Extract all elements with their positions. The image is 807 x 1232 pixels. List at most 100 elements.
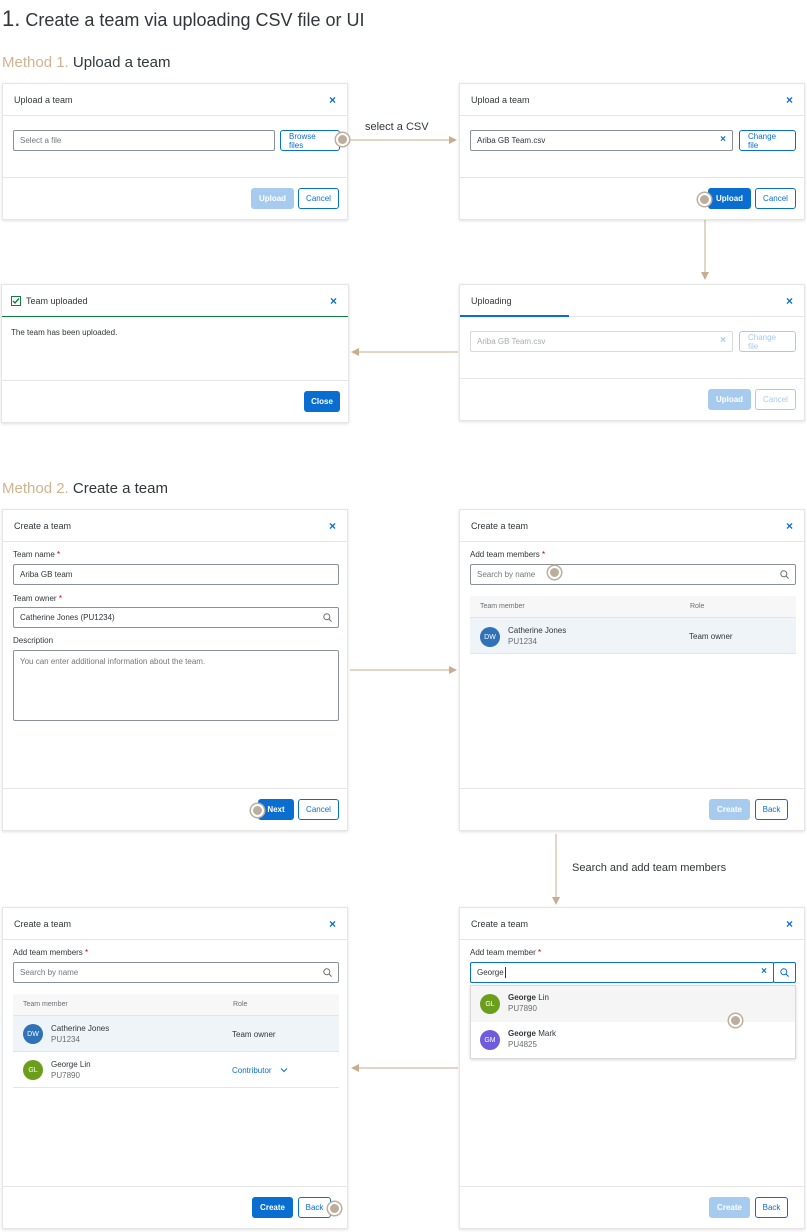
upload-button[interactable]: Upload [251,188,294,209]
close-icon[interactable]: × [786,93,793,107]
text-cursor [504,967,506,978]
close-icon[interactable]: × [329,519,336,533]
dialog-header: Uploading × [460,285,804,317]
close-icon[interactable]: × [330,294,337,308]
member-id: PU7890 [51,1071,80,1080]
member-search-input[interactable]: Search by name [470,564,796,585]
description-textarea[interactable]: You can enter additional information abo… [13,650,339,721]
col-role: Role [233,1001,248,1008]
back-button[interactable]: Back [298,1197,331,1218]
search-icon [780,968,789,977]
clear-icon[interactable]: × [761,966,767,977]
member-name: George Lin [51,1060,91,1069]
dialog-footer: Upload Cancel [460,378,804,420]
cancel-button[interactable]: Cancel [298,799,339,820]
team-owner-input[interactable]: Catherine Jones (PU1234) [13,607,339,628]
touch-indicator [729,1014,742,1027]
team-name-label: Team name * [13,550,61,559]
col-role: Role [690,603,705,610]
close-icon[interactable]: × [329,93,336,107]
file-value: Ariba GB Team.csv [477,337,546,346]
search-button[interactable] [773,962,796,983]
close-icon[interactable]: × [786,519,793,533]
dialog-title: Uploading [471,295,512,306]
create-team-form-dialog: Create a team × Team name * Ariba GB tea… [2,509,348,831]
upload-dialog-empty: Upload a team × Select a file Browse fil… [2,83,348,220]
member-search-input[interactable]: George × [470,962,774,983]
role-select[interactable]: Contributor [232,1065,288,1076]
close-icon[interactable]: × [786,917,793,931]
cancel-button[interactable]: Cancel [298,188,339,209]
search-icon[interactable] [323,968,332,977]
change-file-button: Change file [739,331,796,352]
touch-indicator [328,1202,341,1215]
member-role: Team owner [232,1030,276,1039]
dialog-header: Create a team × [460,908,804,940]
dialog-footer: Create Back [460,788,804,830]
team-owner-value: Catherine Jones (PU1234) [20,613,115,622]
touch-indicator [698,193,711,206]
close-icon[interactable]: × [786,294,793,308]
dialog-title: Create a team [471,520,529,531]
upload-button: Upload [708,389,751,410]
member-name: Catherine Jones [508,626,567,635]
clear-icon[interactable]: × [720,134,726,145]
avatar: DW [480,627,500,647]
suggestion-id: PU7890 [508,1004,537,1013]
col-team-member: Team member [23,1001,68,1008]
dialog-header: Create a team × [3,908,347,940]
clear-icon: × [720,335,726,346]
search-icon[interactable] [323,613,332,622]
avatar: DW [23,1024,43,1044]
dialog-footer: Upload Cancel [460,177,804,219]
team-name-input[interactable]: Ariba GB team [13,564,339,585]
member-label: Add team member * [470,948,542,957]
description-label: Description [13,636,54,645]
search-icon[interactable] [780,570,789,579]
dialog-footer: Close [2,380,348,422]
dialog-header: Team uploaded × [2,285,348,317]
dialog-footer: Next Cancel [3,788,347,830]
create-button[interactable]: Create [252,1197,293,1218]
file-input[interactable]: Ariba GB Team.csv × [470,130,733,151]
create-button[interactable]: Create [709,1197,750,1218]
search-placeholder: Search by name [477,570,536,579]
change-file-button[interactable]: Change file [739,130,796,151]
browse-files-button[interactable]: Browse files [280,130,340,151]
cancel-button[interactable]: Cancel [755,188,796,209]
upload-dialog-selected: Upload a team × Ariba GB Team.csv × Chan… [459,83,805,220]
member-search-input[interactable]: Search by name [13,962,339,983]
team-owner-label: Team owner * [13,594,62,603]
back-button[interactable]: Back [755,1197,788,1218]
checkbox-checked-icon [11,295,21,306]
create-team-members-added-dialog: Create a team × Add team members * Searc… [2,907,348,1229]
success-message: The team has been uploaded. [11,328,118,337]
annotation-search-add: Search and add team members [572,862,727,874]
annotation-select-csv: select a CSV [365,121,429,133]
members-label: Add team members * [13,948,89,957]
file-input[interactable]: Select a file [13,130,275,151]
col-team-member: Team member [480,603,525,610]
close-icon[interactable]: × [329,917,336,931]
suggestion-name: George Mark [508,1029,557,1038]
create-team-search-dialog: Create a team × Add team member * George… [459,907,805,1229]
create-button[interactable]: Create [709,799,750,820]
back-button[interactable]: Back [755,799,788,820]
role-value: Contributor [232,1066,272,1075]
dialog-header: Create a team × [3,510,347,542]
dialog-title: Upload a team [471,94,530,105]
uploading-dialog: Uploading × Ariba GB Team.csv × Change f… [459,284,805,421]
dialog-header: Upload a team × [460,84,804,116]
dialog-header: Create a team × [460,510,804,542]
member-role: Team owner [689,632,733,641]
suggestion-name: George Lin [508,993,549,1002]
touch-indicator [548,566,561,579]
close-button[interactable]: Close [304,391,340,412]
dialog-title: Upload a team [14,94,73,105]
suggestion-id: PU4825 [508,1040,537,1049]
avatar: GL [480,994,500,1014]
upload-success-dialog: Team uploaded × The team has been upload… [1,284,349,423]
upload-button[interactable]: Upload [708,188,751,209]
dialog-footer: Create Back [3,1186,347,1228]
dialog-title: Create a team [14,520,72,531]
